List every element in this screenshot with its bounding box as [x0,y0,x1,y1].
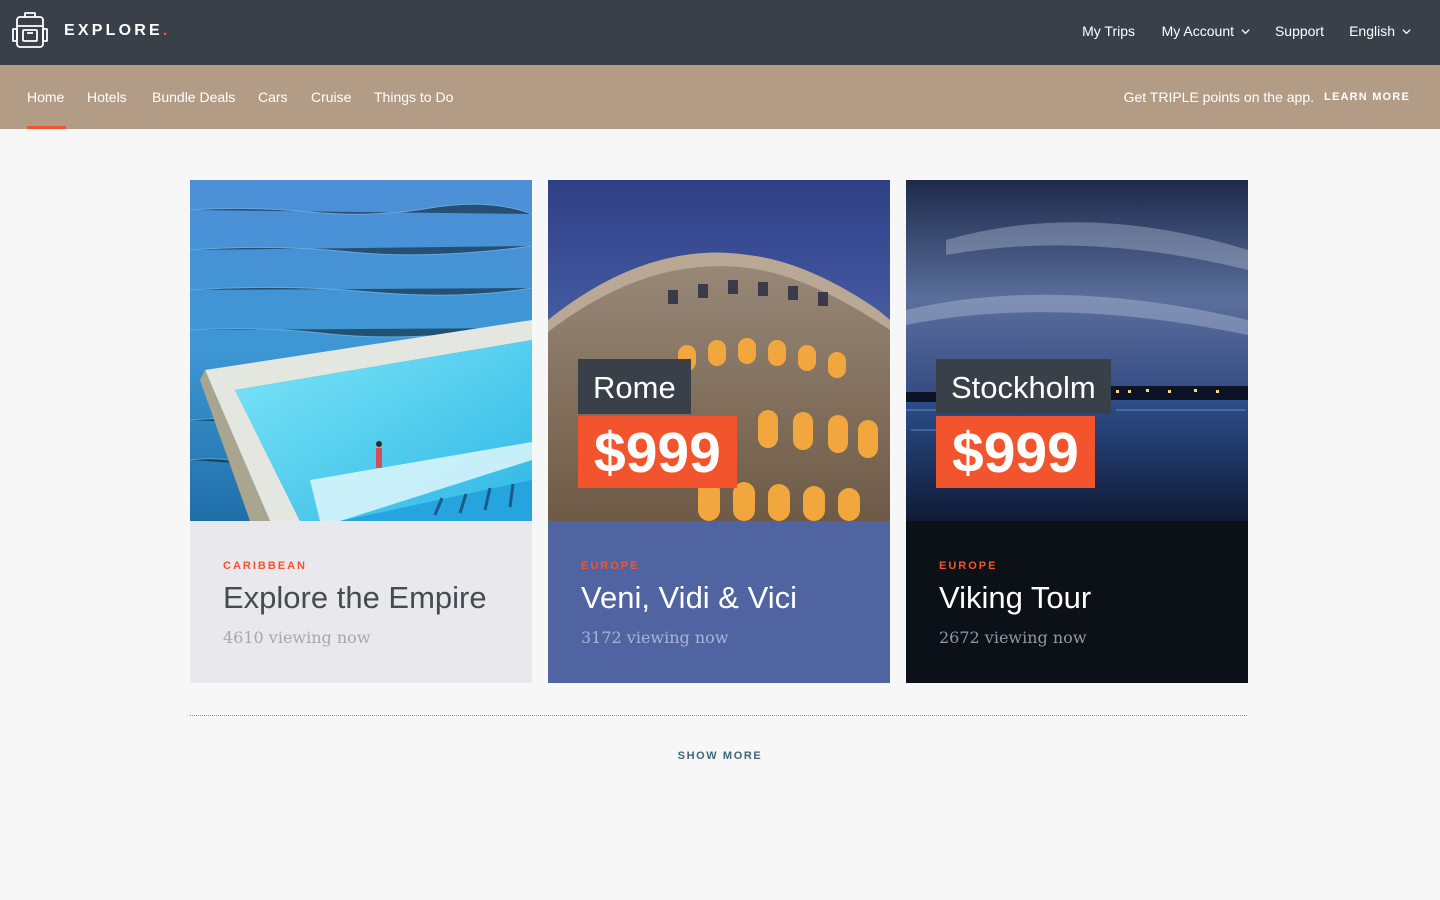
learn-more-link[interactable]: LEARN MORE [1324,91,1410,103]
card-region: CARIBBEAN [223,560,307,572]
deal-card-stockholm[interactable]: Stockholm $999 EUROPE Viking Tour 2672 v… [906,180,1248,683]
backpack-logo-icon[interactable] [10,10,50,50]
deal-card-caribbean[interactable]: CARIBBEAN Explore the Empire 4610 viewin… [190,180,532,683]
card-info: CARIBBEAN Explore the Empire 4610 viewin… [190,521,532,683]
nav-things-to-do[interactable]: Things to Do [374,89,453,105]
show-more-button[interactable]: SHOW MORE [678,750,763,762]
price-tag: $999 [936,416,1095,488]
nav-bundle-deals[interactable]: Bundle Deals [152,89,235,105]
my-trips-link[interactable]: My Trips [1082,23,1135,39]
card-title: Veni, Vidi & Vici [581,580,797,615]
top-bar: EXPLORE. My Trips My Account Support Eng… [0,0,1440,65]
section-divider [190,715,1247,716]
price-tag: $999 [578,416,737,488]
language-label: English [1349,23,1395,39]
card-title: Explore the Empire [223,580,487,615]
nav-cruise[interactable]: Cruise [311,89,351,105]
active-nav-indicator [27,126,66,129]
support-link[interactable]: Support [1275,23,1324,39]
chevron-down-icon [1241,29,1250,35]
city-label: Stockholm [936,359,1111,414]
ocean-pool-photo [190,180,532,521]
card-region: EUROPE [939,560,998,572]
nav-home[interactable]: Home [27,89,64,105]
card-viewing-count: 3172 viewing now [581,628,729,647]
card-title: Viking Tour [939,580,1092,615]
brand-text: EXPLORE [64,22,163,39]
card-viewing-count: 2672 viewing now [939,628,1087,647]
chevron-down-icon [1402,29,1411,35]
deal-card-rome[interactable]: Rome $999 EUROPE Veni, Vidi & Vici 3172 … [548,180,890,683]
my-account-label: My Account [1161,23,1234,39]
city-label: Rome [578,359,691,414]
brand-name[interactable]: EXPLORE. [64,22,171,40]
card-info: EUROPE Veni, Vidi & Vici 3172 viewing no… [548,521,890,683]
my-account-menu[interactable]: My Account [1162,23,1251,39]
card-info: EUROPE Viking Tour 2672 viewing now [906,521,1248,683]
brand-dot: . [162,22,171,39]
nav-hotels[interactable]: Hotels [87,89,127,105]
card-viewing-count: 4610 viewing now [223,628,371,647]
nav-cars[interactable]: Cars [258,89,288,105]
app-promo-text: Get TRIPLE points on the app. [1123,89,1314,105]
show-more-row: SHOW MORE [0,746,1440,764]
language-selector[interactable]: English [1349,23,1412,39]
card-region: EUROPE [581,560,640,572]
category-nav: Home Hotels Bundle Deals Cars Cruise Thi… [0,65,1440,129]
